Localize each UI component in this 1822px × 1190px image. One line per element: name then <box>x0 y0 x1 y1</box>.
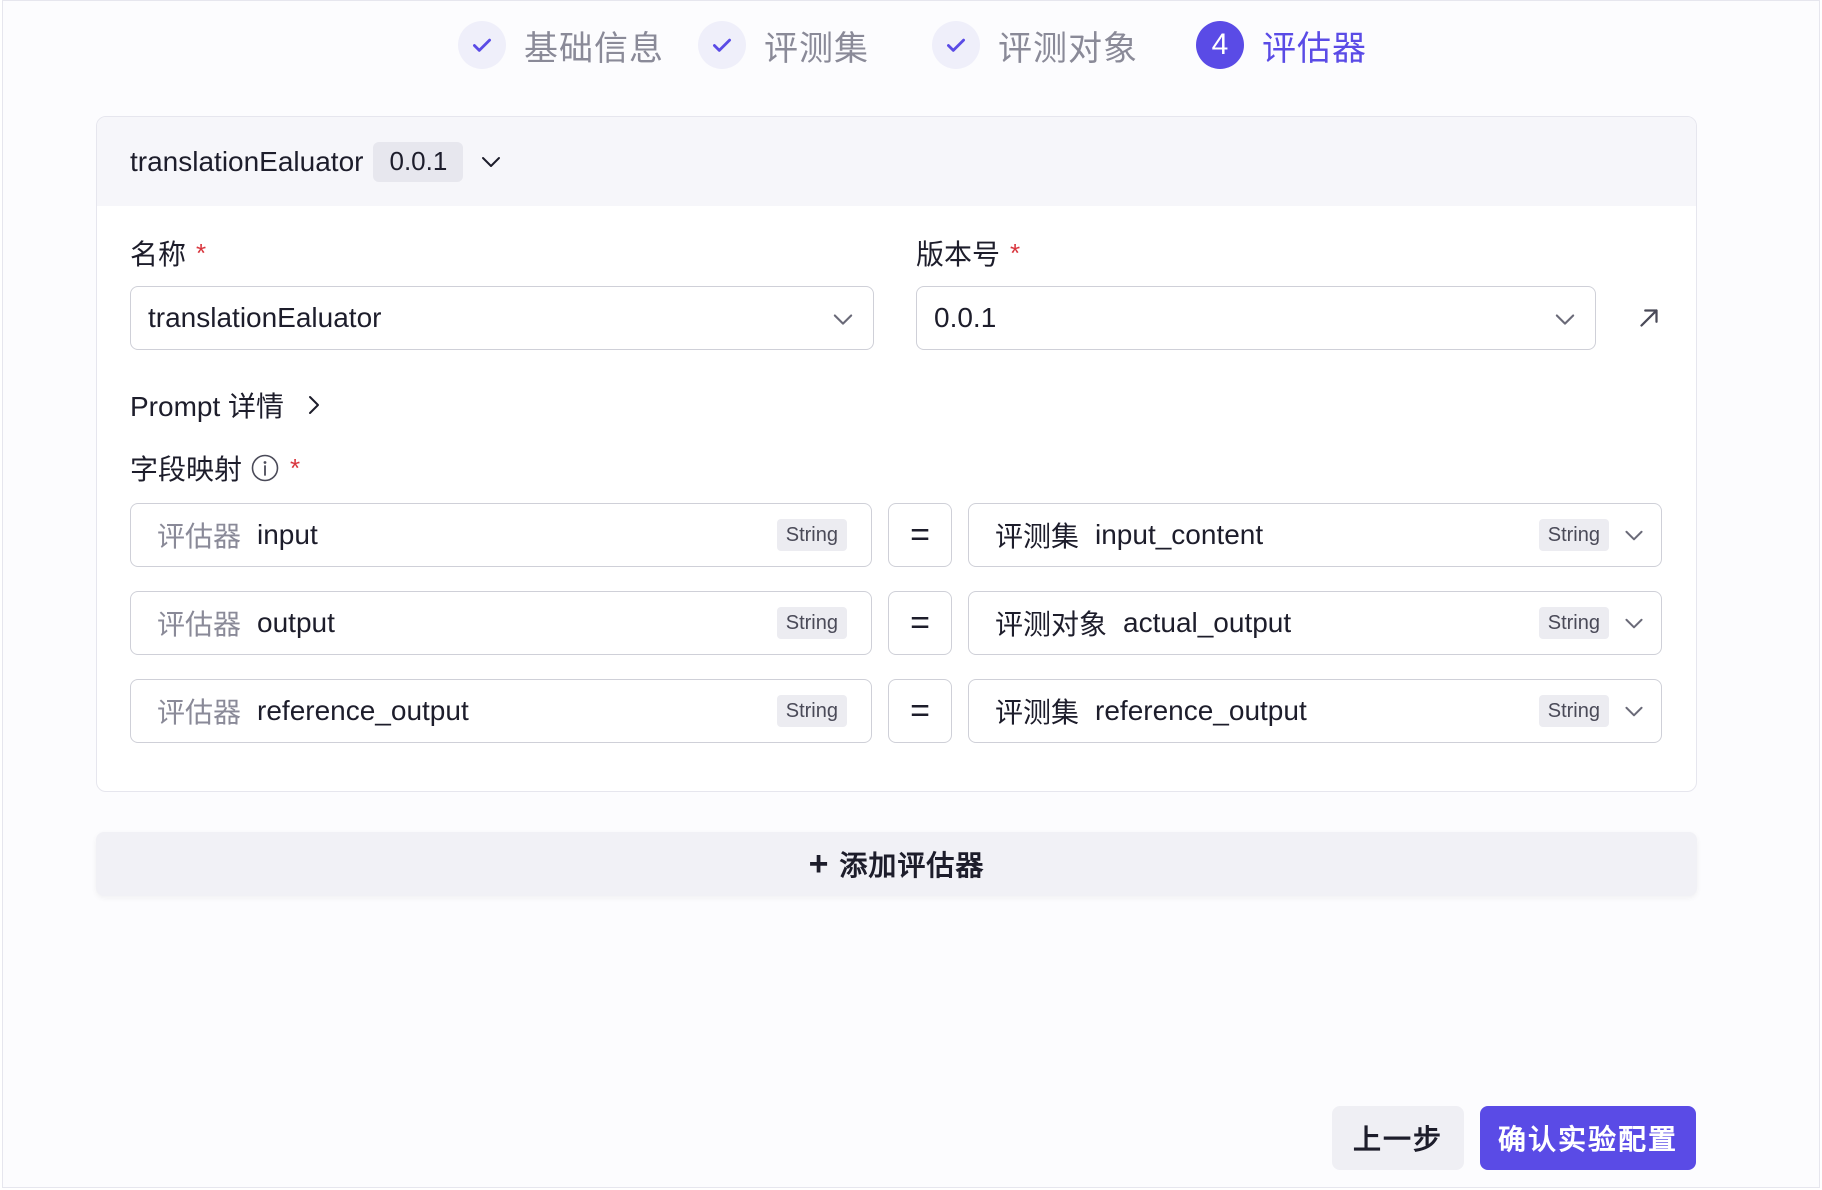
mapping-source: 评估器 <box>157 609 242 640</box>
step-label: 评测对象 <box>998 29 1138 68</box>
check-icon <box>458 21 506 69</box>
evaluator-card-header[interactable]: translationEaluator 0.0.1 <box>97 117 1696 206</box>
chevron-down-icon <box>1625 706 1643 717</box>
type-tag: String <box>1538 519 1609 551</box>
version-label-text: 版本号 <box>916 239 1001 270</box>
name-label: 名称 * <box>130 233 206 273</box>
mapping-field-name: output <box>257 607 335 638</box>
chevron-down-icon <box>833 314 853 325</box>
version-tag: 0.0.1 <box>373 141 464 182</box>
chevron-down-icon <box>1625 530 1643 541</box>
mapping-source: 评测集 <box>995 521 1080 552</box>
mapping-right-select[interactable]: 评测对象 actual_output String <box>968 591 1662 655</box>
name-label-text: 名称 <box>130 239 187 270</box>
step-evaluator[interactable]: 4 评估器 <box>1196 14 1367 76</box>
mapping-source: 评测对象 <box>995 609 1108 640</box>
equals-sign: = <box>888 591 952 655</box>
step-dataset[interactable]: 评测集 <box>698 14 869 76</box>
mapping-field-name: reference_output <box>257 695 469 726</box>
prompt-detail-label: Prompt 详情 <box>130 391 285 422</box>
previous-step-button[interactable]: 上一步 <box>1332 1106 1464 1170</box>
mapping-left-field: 评估器 reference_output String <box>130 679 872 743</box>
mapping-left-field: 评估器 output String <box>130 591 872 655</box>
evaluator-card: translationEaluator 0.0.1 名称 * 版本号 * tra… <box>96 116 1697 792</box>
evaluator-title: translationEaluator <box>130 145 364 177</box>
version-select-value: 0.0.1 <box>934 302 997 333</box>
name-select[interactable]: translationEaluator <box>130 286 874 350</box>
field-mapping-label-text: 字段映射 <box>130 454 243 485</box>
step-number-badge: 4 <box>1196 21 1244 69</box>
open-external-icon[interactable] <box>1634 303 1664 333</box>
mapping-field-name: input_content <box>1095 519 1264 550</box>
equals-sign: = <box>888 679 952 743</box>
required-mark: * <box>1010 237 1021 268</box>
stepper: 基础信息 评测集 评测对象 4 评估器 <box>0 14 1822 76</box>
required-mark: * <box>196 237 207 268</box>
mapping-field-name: actual_output <box>1123 607 1292 638</box>
mapping-source: 评测集 <box>995 697 1080 728</box>
add-evaluator-label: 添加评估器 <box>839 850 985 881</box>
chevron-right-icon <box>309 396 320 414</box>
step-eval-target[interactable]: 评测对象 <box>932 14 1138 76</box>
plus-icon: + <box>808 844 830 883</box>
check-icon <box>932 21 980 69</box>
confirm-config-button[interactable]: 确认实验配置 <box>1480 1106 1696 1170</box>
mapping-right-select[interactable]: 评测集 reference_output String <box>968 679 1662 743</box>
mapping-source: 评估器 <box>157 697 242 728</box>
mapping-left-field: 评估器 input String <box>130 503 872 567</box>
equals-sign: = <box>888 503 952 567</box>
info-icon[interactable] <box>250 453 280 483</box>
type-tag: String <box>776 607 847 639</box>
chevron-down-icon <box>1625 618 1643 629</box>
step-label: 评估器 <box>1262 29 1367 68</box>
name-select-value: translationEaluator <box>148 302 382 333</box>
mapping-source: 评估器 <box>157 521 242 552</box>
step-label: 评测集 <box>764 29 869 68</box>
type-tag: String <box>1538 695 1609 727</box>
step-basic-info[interactable]: 基础信息 <box>458 14 664 76</box>
prompt-detail-toggle[interactable]: Prompt 详情 <box>130 385 326 425</box>
step-label: 基础信息 <box>524 29 664 68</box>
mapping-right-select[interactable]: 评测集 input_content String <box>968 503 1662 567</box>
type-tag: String <box>776 519 847 551</box>
chevron-down-icon <box>1555 314 1575 325</box>
mapping-field-name: reference_output <box>1095 695 1307 726</box>
required-mark: * <box>290 452 301 483</box>
version-label: 版本号 * <box>916 233 1020 273</box>
chevron-down-icon[interactable] <box>477 148 505 176</box>
type-tag: String <box>776 695 847 727</box>
mapping-field-name: input <box>257 519 318 550</box>
check-icon <box>698 21 746 69</box>
type-tag: String <box>1538 607 1609 639</box>
field-mapping-label: 字段映射 * <box>130 448 300 488</box>
version-select[interactable]: 0.0.1 <box>916 286 1596 350</box>
add-evaluator-button[interactable]: + 添加评估器 <box>96 832 1697 896</box>
